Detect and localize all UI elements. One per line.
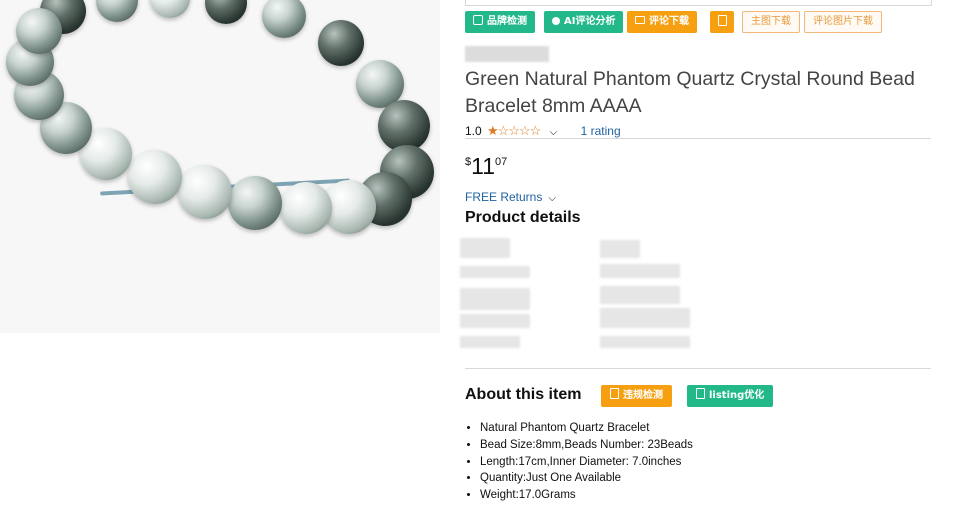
- rating-value: 1.0: [465, 124, 482, 138]
- edit-icon: [696, 388, 705, 399]
- chevron-down-icon[interactable]: ⌵: [550, 127, 558, 138]
- price-fraction: 07: [495, 156, 508, 168]
- star-rating-icon[interactable]: ★☆☆☆☆: [487, 123, 541, 138]
- price-symbol: $: [465, 156, 472, 168]
- bead: [96, 0, 138, 22]
- free-returns-label: FREE Returns: [465, 190, 543, 204]
- bead: [16, 8, 62, 54]
- list-item: Quantity:Just One Available: [480, 470, 693, 487]
- listing-optimize-button[interactable]: listing优化: [687, 385, 774, 407]
- brand-check-button[interactable]: 品牌检测: [465, 11, 535, 33]
- product-details-heading: Product details: [465, 209, 581, 226]
- divider: [465, 368, 931, 369]
- violation-check-button[interactable]: 违规检测: [601, 385, 672, 407]
- bead: [262, 0, 306, 38]
- list-item: Weight:17.0Grams: [480, 487, 693, 504]
- search-box-edge: [465, 0, 932, 6]
- bead: [178, 165, 232, 219]
- about-bullets: Natural Phantom Quartz Bracelet Bead Siz…: [465, 420, 693, 504]
- calculator-icon: [717, 15, 727, 26]
- main-image-download-button[interactable]: 主图下载: [742, 11, 800, 33]
- product-title: Green Natural Phantom Quartz Crystal Rou…: [465, 68, 915, 117]
- rating-row: 1.0 ★☆☆☆☆ ⌵ 1 rating: [465, 123, 621, 139]
- ai-review-button[interactable]: AI评论分析: [544, 11, 624, 33]
- bead: [128, 150, 182, 204]
- calculator-button[interactable]: [710, 11, 734, 33]
- detail-label-redacted: [460, 314, 530, 328]
- chevron-down-icon: ⌵: [548, 193, 556, 204]
- detail-label-redacted: [460, 266, 530, 278]
- detail-value-redacted: [600, 264, 680, 278]
- divider: [465, 138, 931, 139]
- detail-value-redacted: [600, 286, 680, 304]
- bead: [150, 0, 190, 18]
- free-returns-link[interactable]: FREE Returns ⌵: [465, 190, 556, 204]
- detail-value-redacted: [600, 336, 690, 348]
- document-icon: [610, 388, 619, 399]
- detail-value-redacted: [600, 240, 640, 258]
- list-item: Natural Phantom Quartz Bracelet: [480, 420, 693, 437]
- price: $1107: [465, 152, 507, 180]
- detail-label-redacted: [460, 238, 510, 258]
- chat-icon: [635, 16, 645, 24]
- bead: [318, 20, 364, 66]
- review-download-button[interactable]: 评论下载: [627, 11, 697, 33]
- pie-chart-icon: [552, 17, 560, 25]
- store-link-redacted[interactable]: [465, 46, 549, 62]
- about-heading: About this item: [465, 386, 582, 403]
- list-item: Length:17cm,Inner Diameter: 7.0inches: [480, 454, 693, 471]
- rating-count-link[interactable]: 1 rating: [581, 124, 621, 138]
- square-icon: [473, 15, 483, 25]
- detail-value-redacted: [600, 308, 690, 328]
- bead: [280, 182, 332, 234]
- detail-label-redacted: [460, 336, 520, 348]
- bead: [205, 0, 247, 24]
- detail-label-redacted: [460, 288, 530, 310]
- product-image[interactable]: [0, 0, 440, 333]
- bead: [228, 176, 282, 230]
- review-image-download-button[interactable]: 评论图片下载: [804, 11, 882, 33]
- list-item: Bead Size:8mm,Beads Number: 23Beads: [480, 437, 693, 454]
- price-whole: 11: [471, 153, 496, 179]
